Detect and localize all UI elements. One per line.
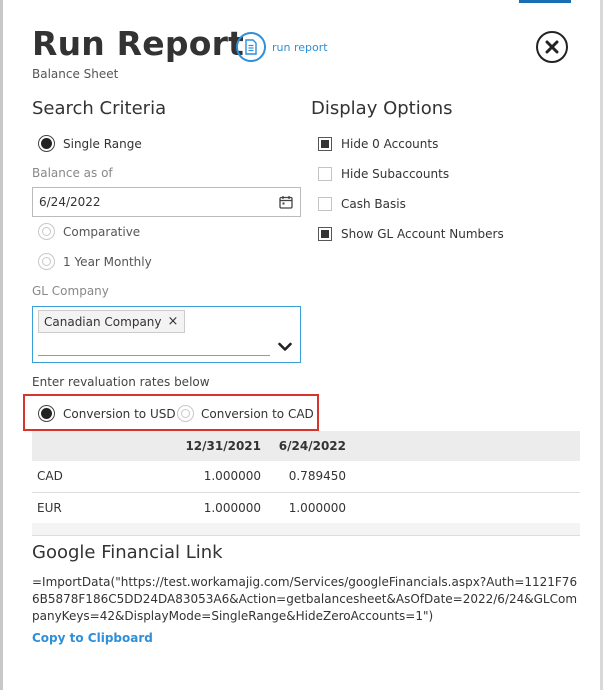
- rate-cell[interactable]: 1.000000: [82, 461, 269, 493]
- checkbox-unchecked-icon: [318, 197, 332, 211]
- checkbox-label: Hide Subaccounts: [341, 167, 450, 181]
- radio-unselected-icon: [38, 223, 55, 240]
- rate-cell[interactable]: 0.789450: [269, 461, 354, 493]
- checkbox-cash-basis[interactable]: Cash Basis: [318, 197, 406, 211]
- google-financial-link-heading: Google Financial Link: [32, 542, 223, 563]
- revaluation-label: Enter revaluation rates below: [32, 375, 210, 389]
- column-header-currency: [32, 431, 82, 461]
- background-tab-accent: [519, 0, 571, 3]
- radio-comparative[interactable]: Comparative: [38, 223, 140, 240]
- radio-unselected-icon: [38, 253, 55, 270]
- checkbox-checked-icon: [318, 137, 332, 151]
- radio-conversion-usd[interactable]: Conversion to USD: [38, 405, 176, 422]
- close-button[interactable]: [536, 31, 568, 63]
- empty-cell: [354, 492, 580, 524]
- table-row: EUR 1.000000 1.000000: [32, 492, 580, 524]
- run-report-button[interactable]: run report: [236, 32, 328, 62]
- checkbox-hide-0-accounts[interactable]: Hide 0 Accounts: [318, 137, 438, 151]
- checkbox-label: Show GL Account Numbers: [341, 227, 504, 241]
- report-type-subtitle: Balance Sheet: [32, 67, 119, 81]
- table-footer: [32, 523, 580, 536]
- gl-company-multiselect[interactable]: Canadian Company ×: [32, 306, 301, 363]
- multiselect-input-underline: [38, 355, 270, 356]
- rate-cell[interactable]: 1.000000: [269, 492, 354, 524]
- radio-single-range[interactable]: Single Range: [38, 135, 142, 152]
- radio-label: Comparative: [63, 224, 141, 239]
- calendar-icon[interactable]: [279, 195, 293, 212]
- column-header-spacer: [354, 431, 580, 461]
- search-criteria-heading: Search Criteria: [32, 98, 167, 119]
- radio-label: Single Range: [63, 136, 142, 151]
- date-value: 6/24/2022: [39, 195, 101, 209]
- rate-cell[interactable]: 1.000000: [82, 492, 269, 524]
- checkbox-show-gl-account-numbers[interactable]: Show GL Account Numbers: [318, 227, 504, 241]
- radio-selected-icon: [38, 405, 55, 422]
- close-icon: [545, 40, 559, 54]
- radio-1-year-monthly[interactable]: 1 Year Monthly: [38, 253, 152, 270]
- empty-cell: [354, 461, 580, 493]
- balance-as-of-label: Balance as of: [32, 166, 113, 180]
- token-label: Canadian Company: [44, 314, 162, 329]
- page-title: Run Report: [32, 24, 245, 63]
- radio-unselected-icon: [177, 405, 194, 422]
- window-left-edge: [0, 0, 3, 690]
- revaluation-rates-table: 12/31/2021 6/24/2022 CAD 1.000000 0.7894…: [32, 431, 580, 524]
- checkbox-checked-icon: [318, 227, 332, 241]
- remove-token-icon[interactable]: ×: [168, 314, 179, 329]
- document-icon: [236, 32, 266, 62]
- currency-cell: CAD: [32, 461, 82, 493]
- radio-selected-icon: [38, 135, 55, 152]
- checkbox-unchecked-icon: [318, 167, 332, 181]
- checkbox-label: Hide 0 Accounts: [341, 137, 439, 151]
- run-report-label: run report: [272, 40, 328, 54]
- chevron-down-icon[interactable]: [278, 337, 292, 356]
- radio-conversion-cad[interactable]: Conversion to CAD: [177, 405, 314, 422]
- copy-to-clipboard-link[interactable]: Copy to Clipboard: [32, 631, 153, 645]
- checkbox-hide-subaccounts[interactable]: Hide Subaccounts: [318, 167, 449, 181]
- table-header-row: 12/31/2021 6/24/2022: [32, 431, 580, 461]
- import-data-formula: =ImportData("https://test.workamajig.com…: [32, 575, 578, 623]
- currency-cell: EUR: [32, 492, 82, 524]
- column-header-date-1: 12/31/2021: [82, 431, 269, 461]
- checkbox-label: Cash Basis: [341, 197, 406, 211]
- radio-label: Conversion to USD: [63, 406, 176, 421]
- gl-company-token: Canadian Company ×: [38, 310, 186, 333]
- table-row: CAD 1.000000 0.789450: [32, 461, 580, 493]
- balance-as-of-date-input[interactable]: 6/24/2022: [32, 187, 301, 217]
- gl-company-label: GL Company: [32, 284, 109, 298]
- radio-label: Conversion to CAD: [201, 406, 314, 421]
- column-header-date-2: 6/24/2022: [269, 431, 354, 461]
- display-options-heading: Display Options: [311, 98, 453, 119]
- radio-label: 1 Year Monthly: [63, 254, 152, 269]
